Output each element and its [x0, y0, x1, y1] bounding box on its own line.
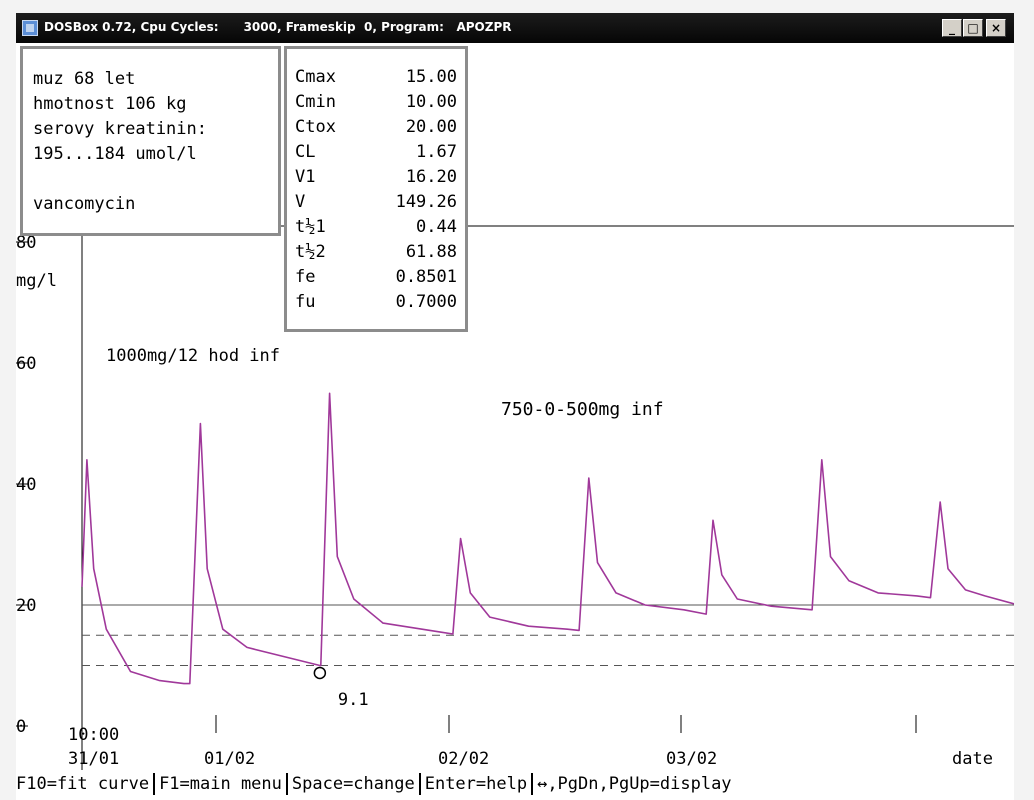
param-value: 149.26	[395, 192, 457, 212]
patient-line: vancomycin	[33, 194, 136, 214]
param-label: V1	[295, 167, 316, 187]
param-row: t½1 0.44	[295, 215, 457, 240]
param-label: t½2	[295, 242, 326, 262]
separator	[153, 773, 156, 795]
function-key-bar: F10=fit curve F1=main menu Space=change …	[16, 770, 1014, 798]
x-tick-date-label: 31/01	[68, 749, 119, 769]
plot-frame	[81, 225, 1014, 770]
window-titlebar[interactable]: DOSBox 0.72, Cpu Cycles: 3000, Frameskip…	[16, 13, 1014, 43]
window-title: DOSBox 0.72, Cpu Cycles: 3000, Frameskip…	[44, 20, 512, 34]
patient-info-panel: muz 68 let hmotnost 106 kg serovy kreati…	[20, 46, 281, 236]
maximize-icon: □	[967, 21, 979, 35]
param-value: 20.00	[405, 117, 457, 137]
concentration-curve	[81, 392, 1014, 685]
change-key[interactable]: Space=change	[292, 774, 415, 794]
param-row: CL 1.67	[295, 140, 457, 165]
param-row: Cmin 10.00	[295, 90, 457, 115]
param-row: Ctox 20.00	[295, 115, 457, 140]
separator	[531, 773, 534, 795]
param-value: 61.88	[405, 242, 457, 262]
patient-line: hmotnost 106 kg	[33, 94, 187, 114]
y-axis-label: mg/l	[16, 271, 57, 291]
y-tick-label: 60	[16, 354, 36, 374]
param-row: V1 16.20	[295, 165, 457, 190]
dosing-annotation: 1000mg/12 hod inf	[106, 346, 280, 366]
y-tick-label: 0	[16, 717, 26, 737]
y-tick-label: 20	[16, 596, 36, 616]
separator	[285, 773, 288, 795]
close-button[interactable]: ×	[986, 19, 1006, 37]
measured-level-point	[313, 666, 327, 680]
help-key[interactable]: Enter=help	[425, 774, 527, 794]
dosing-annotation: 750-0-500mg inf	[501, 399, 664, 420]
param-value: 0.44	[416, 217, 457, 237]
param-row: V 149.26	[295, 190, 457, 215]
param-label: CL	[295, 142, 316, 162]
patient-line: serovy kreatinin:	[33, 119, 207, 139]
separator	[418, 773, 421, 795]
x-tick-date-label: 03/02	[666, 749, 717, 769]
y-tick-label: 40	[16, 475, 36, 495]
param-row: fe 0.8501	[295, 265, 457, 290]
param-row: t½2 61.88	[295, 240, 457, 265]
patient-line: 195...184 umol/l	[33, 144, 197, 164]
param-label: t½1	[295, 217, 326, 237]
param-row: Cmax 15.00	[295, 65, 457, 90]
x-tick-date-label: 01/02	[204, 749, 255, 769]
param-label: Ctox	[295, 117, 336, 137]
display-navigation-key[interactable]: ↔,PgDn,PgUp=display	[537, 774, 731, 794]
main-menu-key[interactable]: F1=main menu	[159, 774, 282, 794]
param-value: 15.00	[405, 67, 457, 87]
param-label: Cmax	[295, 67, 336, 87]
patient-line	[33, 167, 278, 192]
param-row: fu 0.7000	[295, 290, 457, 315]
patient-line: muz 68 let	[33, 69, 136, 89]
pk-parameters-panel: Cmax 15.00 Cmin 10.00 Ctox 20.00 CL 1.67 V1 1…	[284, 46, 468, 332]
close-icon: ×	[990, 21, 1002, 35]
param-label: fe	[295, 267, 316, 287]
param-value: 16.20	[405, 167, 457, 187]
param-value: 0.8501	[395, 267, 457, 287]
minimize-button[interactable]: _	[942, 19, 962, 37]
measured-level-label: 9.1	[338, 690, 369, 710]
param-value: 10.00	[405, 92, 457, 112]
param-label: V	[295, 192, 306, 212]
maximize-button[interactable]: □	[963, 19, 983, 37]
param-value: 1.67	[416, 142, 457, 162]
fit-curve-key[interactable]: F10=fit curve	[16, 774, 149, 794]
dosbox-app-icon	[22, 20, 38, 36]
x-axis-label: date	[952, 749, 993, 769]
y-tick-label: 80	[16, 233, 36, 253]
dosbox-screen[interactable]: 0 20 40 60 80 mg/l 10:00 31/01 01/02 02/02 03/02 da…	[16, 43, 1014, 800]
minimize-icon: _	[949, 21, 955, 35]
x-tick-date-label: 02/02	[438, 749, 489, 769]
param-value: 0.7000	[395, 292, 457, 312]
param-label: Cmin	[295, 92, 336, 112]
param-label: fu	[295, 292, 316, 312]
x-tick-time-label: 10:00	[68, 725, 119, 745]
